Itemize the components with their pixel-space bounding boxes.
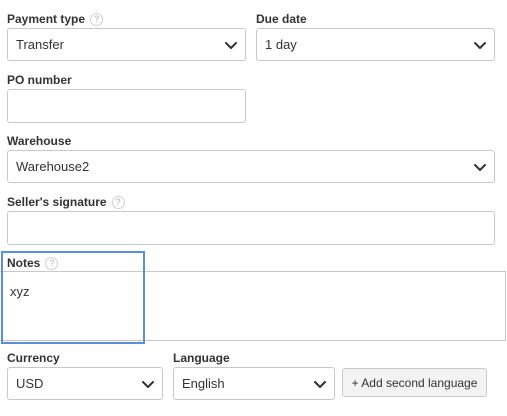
payment-type-select[interactable]: Transfer <box>7 28 246 61</box>
payment-type-help-icon[interactable]: ? <box>90 12 104 26</box>
due-date-label: Due date <box>256 12 307 26</box>
chevron-down-icon <box>474 41 486 49</box>
due-date-select[interactable]: 1 day <box>256 28 495 61</box>
warehouse-value: Warehouse2 <box>16 159 90 174</box>
chevron-down-icon <box>142 380 154 388</box>
currency-label-text: Currency <box>7 351 60 365</box>
sellers-signature-label: Seller's signature ? <box>7 195 125 209</box>
po-number-input[interactable] <box>7 89 246 123</box>
language-label: Language <box>173 351 230 365</box>
due-date-value: 1 day <box>265 37 297 52</box>
notes-help-icon[interactable]: ? <box>45 256 59 270</box>
add-second-language-button[interactable]: + Add second language <box>342 368 487 397</box>
warehouse-label: Warehouse <box>7 134 71 148</box>
chevron-down-icon <box>225 41 237 49</box>
chevron-down-icon <box>314 380 326 388</box>
warehouse-label-text: Warehouse <box>7 134 72 148</box>
notes-textarea[interactable]: xyz <box>0 271 506 341</box>
currency-value: USD <box>16 376 44 391</box>
payment-type-label-text: Payment type <box>7 12 86 26</box>
due-date-label-text: Due date <box>256 12 307 26</box>
language-value: English <box>182 376 225 391</box>
po-number-label-text: PO number <box>7 73 72 87</box>
payment-type-label: Payment type ? <box>7 12 104 26</box>
notes-label: Notes ? <box>7 256 59 270</box>
notes-label-text: Notes <box>7 256 41 270</box>
warehouse-select[interactable]: Warehouse2 <box>7 150 495 183</box>
payment-type-value: Transfer <box>16 37 64 52</box>
sellers-signature-input[interactable] <box>7 211 495 245</box>
sellers-signature-help-icon[interactable]: ? <box>111 195 125 209</box>
po-number-label: PO number <box>7 73 72 87</box>
chevron-down-icon <box>474 163 486 171</box>
language-select[interactable]: English <box>173 367 335 400</box>
currency-select[interactable]: USD <box>7 367 163 400</box>
language-label-text: Language <box>173 351 230 365</box>
sellers-signature-label-text: Seller's signature <box>7 195 107 209</box>
currency-label: Currency <box>7 351 60 365</box>
